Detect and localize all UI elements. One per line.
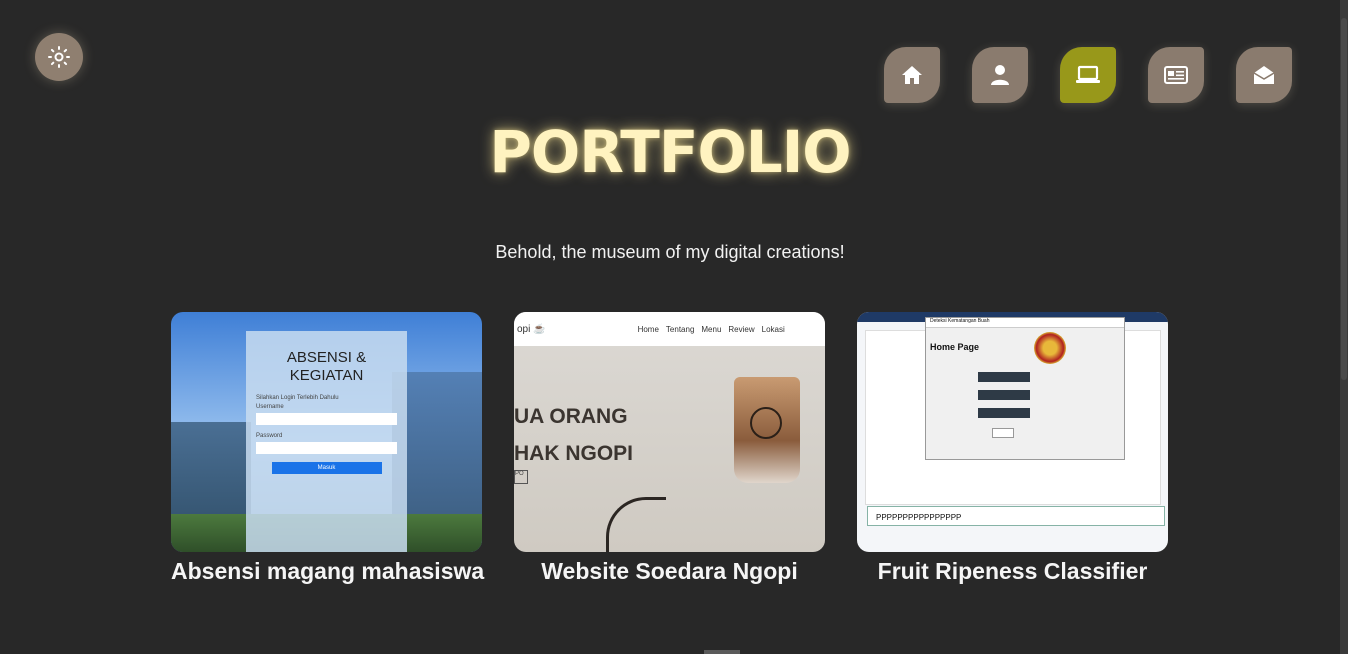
- password-field: [256, 442, 397, 454]
- scrollbar-thumb[interactable]: [1341, 18, 1347, 380]
- notebook-output: PPPPPPPPPPPPPPPP: [867, 506, 1165, 526]
- site-nav-link: Lokasi: [761, 324, 785, 334]
- envelope-open-icon: [1253, 66, 1275, 84]
- password-label: Password: [256, 433, 283, 439]
- dialog-button: [978, 390, 1030, 400]
- login-heading: ABSENSI & KEGIATAN: [286, 349, 367, 384]
- site-hero-text: UA ORANG HAK NGOPI: [514, 398, 633, 472]
- nav-contact-button[interactable]: [1236, 47, 1292, 103]
- site-nav-links: Home Tentang Menu Review Lokasi: [638, 325, 785, 334]
- username-field: [256, 413, 397, 425]
- user-icon: [991, 65, 1009, 85]
- newspaper-icon: [1164, 66, 1188, 84]
- page-subtitle: Behold, the museum of my digital creatio…: [495, 242, 845, 262]
- hero-button: PO: [514, 470, 528, 484]
- sun-icon: [48, 46, 70, 68]
- project-title[interactable]: Absensi magang mahasiswa: [171, 558, 484, 585]
- project-title[interactable]: Website Soedara Ngopi: [514, 558, 825, 585]
- login-form-preview: ABSENSI & KEGIATAN Silahkan Login Terleb…: [246, 331, 407, 552]
- project-title[interactable]: Fruit Ripeness Classifier: [857, 558, 1168, 585]
- university-emblem: [1034, 332, 1066, 364]
- page-scrollbar[interactable]: [1340, 0, 1348, 654]
- project-cards: ABSENSI & KEGIATAN Silahkan Login Terleb…: [171, 312, 1168, 585]
- site-nav-link: Menu: [701, 324, 722, 334]
- theme-toggle-button[interactable]: [35, 33, 83, 81]
- username-label: Username: [256, 404, 284, 410]
- home-icon: [902, 66, 922, 84]
- project-thumbnail[interactable]: opi ☕ Home Tentang Menu Review Lokasi UA…: [514, 312, 825, 552]
- nav-home-button[interactable]: [884, 47, 940, 103]
- hero-line: UA ORANG: [514, 405, 628, 428]
- dialog-heading: Home Page: [930, 342, 980, 352]
- arrow-doodle: [606, 497, 666, 552]
- site-navbar-preview: opi ☕ Home Tentang Menu Review Lokasi: [514, 312, 825, 346]
- site-nav-link: Tentang: [665, 324, 695, 334]
- nav-portfolio-button[interactable]: [1060, 47, 1116, 103]
- app-dialog-preview: Deteksi Kematangan Buah Home Page: [925, 317, 1125, 460]
- site-logo: opi ☕: [517, 323, 546, 335]
- bottom-indicator: [704, 650, 740, 654]
- project-card-fruit-classifier[interactable]: Deteksi Kematangan Buah Home Page PPPPPP…: [857, 312, 1168, 585]
- cup-logo: [750, 407, 782, 439]
- page-title: PORTFOLIO: [489, 118, 851, 186]
- dialog-ok-button: [992, 428, 1014, 438]
- dialog-button: [978, 372, 1030, 382]
- login-hint: Silahkan Login Terlebih Dahulu: [256, 395, 339, 401]
- project-thumbnail[interactable]: Deteksi Kematangan Buah Home Page PPPPPP…: [857, 312, 1168, 552]
- nav-blog-button[interactable]: [1148, 47, 1204, 103]
- site-nav-link: Review: [728, 324, 755, 334]
- login-button: Masuk: [271, 462, 382, 474]
- site-nav-link: Home: [637, 324, 659, 334]
- hero-line: HAK NGOPI: [514, 442, 634, 465]
- project-thumbnail[interactable]: ABSENSI & KEGIATAN Silahkan Login Terleb…: [171, 312, 482, 552]
- laptop-icon: [1076, 65, 1100, 83]
- nav-about-button[interactable]: [972, 47, 1028, 103]
- dialog-title: Deteksi Kematangan Buah: [926, 318, 1124, 328]
- project-card-absensi[interactable]: ABSENSI & KEGIATAN Silahkan Login Terleb…: [171, 312, 484, 585]
- project-card-soedara-ngopi[interactable]: opi ☕ Home Tentang Menu Review Lokasi UA…: [514, 312, 825, 585]
- main-nav: [884, 47, 1292, 103]
- dialog-button: [978, 408, 1030, 418]
